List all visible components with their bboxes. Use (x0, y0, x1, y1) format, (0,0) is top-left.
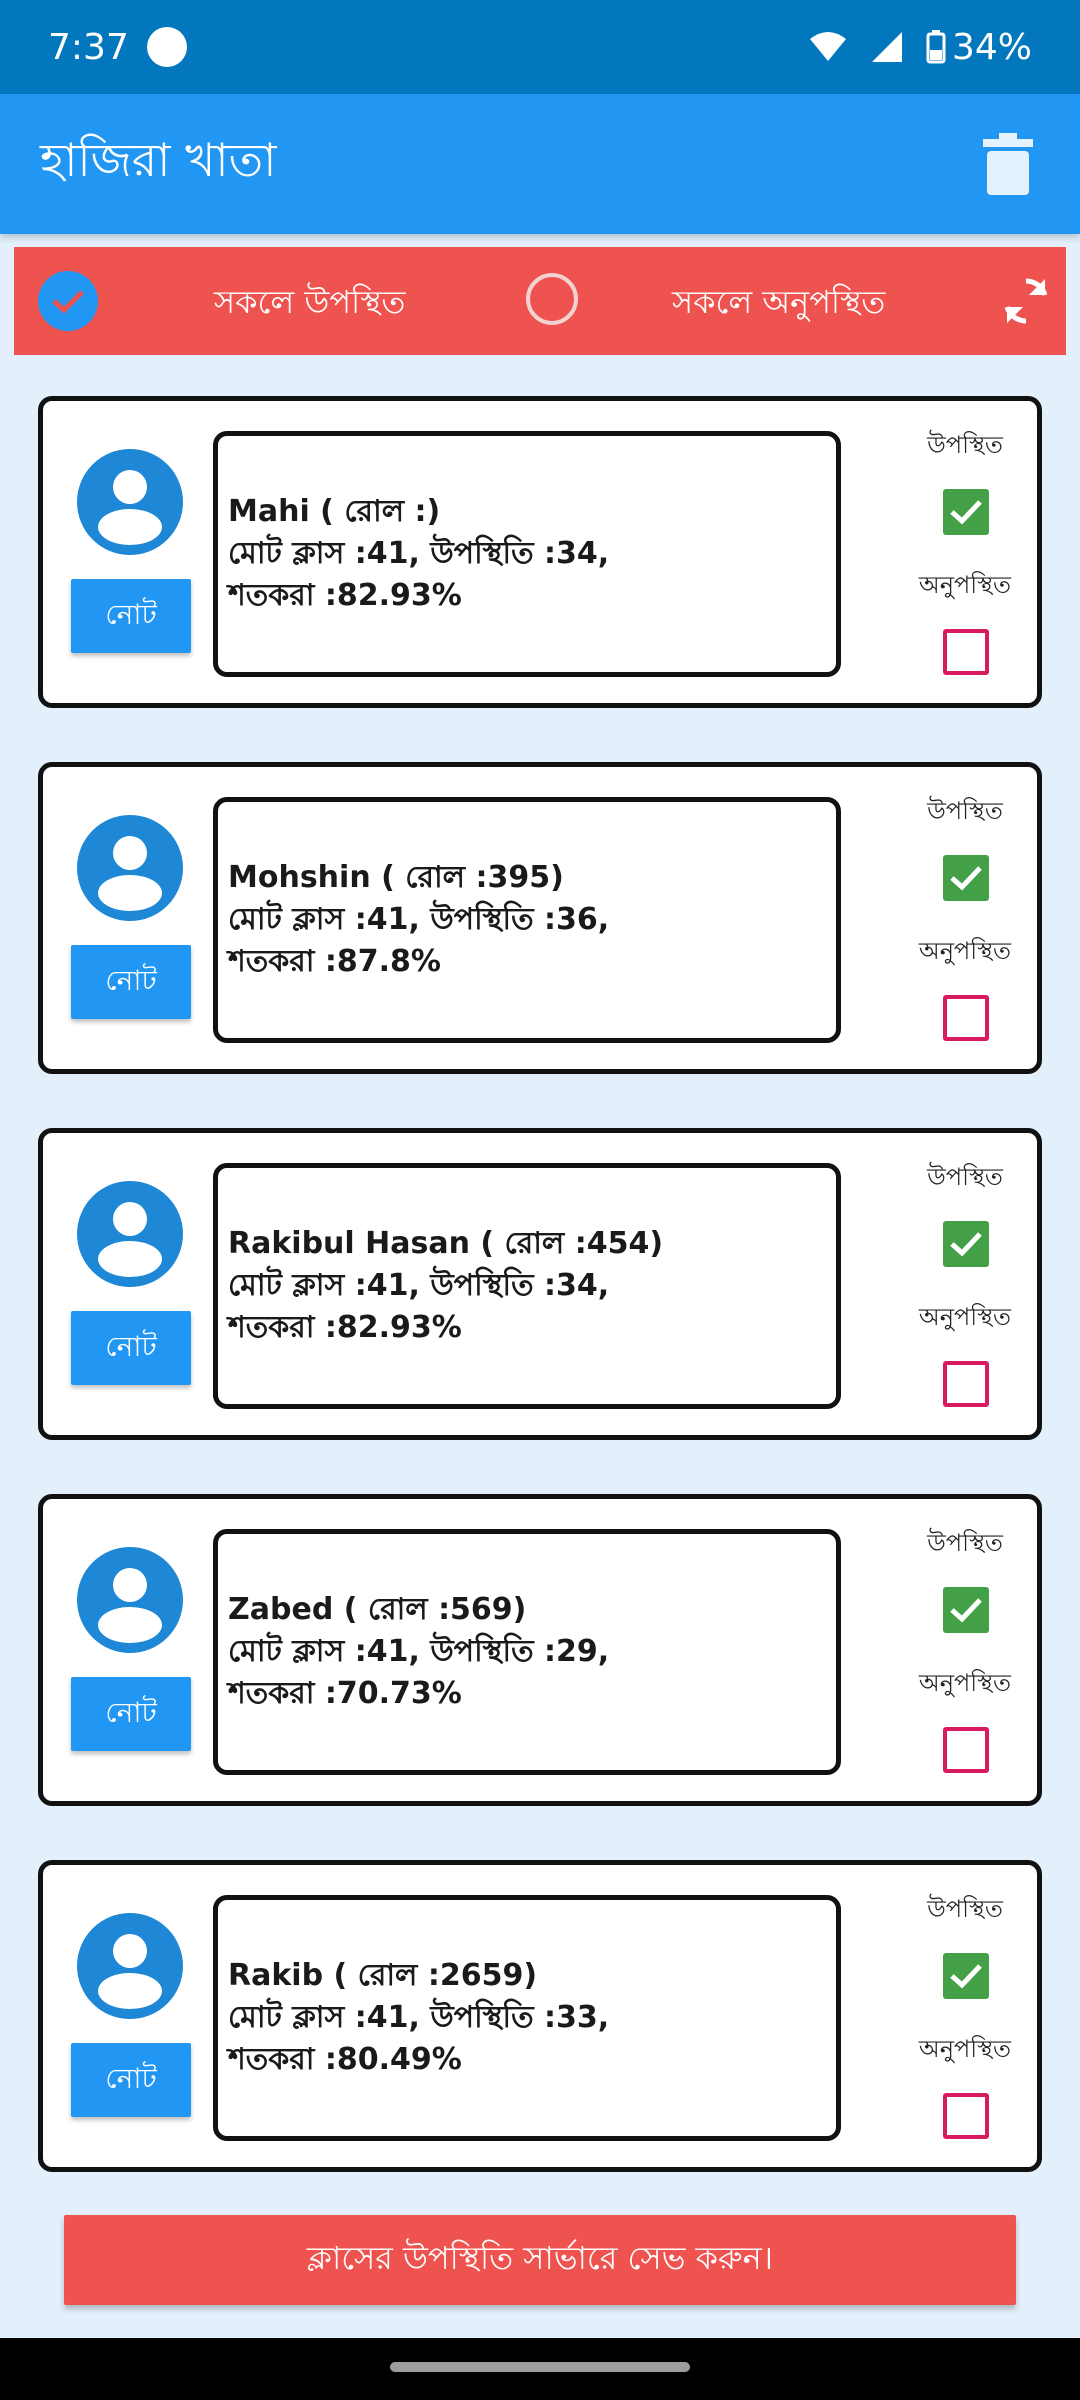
status-left: 7:37 (48, 27, 187, 68)
student-classes: মোট ক্লাস :41, উপস্থিতি :33, (228, 2000, 610, 2035)
present-checkbox[interactable] (943, 855, 989, 901)
absent-checkbox[interactable] (943, 1727, 989, 1773)
avatar (77, 815, 183, 921)
absent-label: অনুপস্থিত (918, 937, 1012, 965)
student-name: Mahi ( রোল :) (228, 494, 441, 529)
present-checkbox[interactable] (943, 1953, 989, 1999)
student-classes: মোট ক্লাস :41, উপস্থিতি :36, (228, 902, 610, 937)
all-absent-radio[interactable] (526, 273, 578, 325)
student-classes: মোট ক্লাস :41, উপস্থিতি :34, (228, 1268, 610, 1303)
present-label: উপস্থিত (927, 797, 1003, 825)
present-label: উপস্থিত (927, 1895, 1003, 1923)
all-absent-label[interactable]: সকলে অনুপস্থিত (672, 277, 885, 331)
student-info: Rakib ( রোল :2659) মোট ক্লাস :41, উপস্থি… (213, 1895, 841, 2141)
status-right: 34% (808, 27, 1032, 68)
check-icon (950, 1964, 982, 1989)
trash-icon (983, 133, 1033, 195)
student-card: নোট Zabed ( রোল :569) মোট ক্লাস :41, উপস… (38, 1494, 1042, 1806)
student-classes: মোট ক্লাস :41, উপস্থিতি :34, (228, 536, 610, 571)
student-card: নোট Rakib ( রোল :2659) মোট ক্লাস :41, উপ… (38, 1860, 1042, 2172)
student-card: নোট Rakibul Hasan ( রোল :454) মোট ক্লাস … (38, 1128, 1042, 1440)
person-icon (98, 1934, 162, 2009)
absent-label: অনুপস্থিত (918, 1303, 1012, 1331)
note-button[interactable]: নোট (71, 1677, 191, 1751)
student-info: Zabed ( রোল :569) মোট ক্লাস :41, উপস্থিত… (213, 1529, 841, 1775)
student-info: Mahi ( রোল :) মোট ক্লাস :41, উপস্থিতি :3… (213, 431, 841, 677)
absent-label: অনুপস্থিত (918, 571, 1012, 599)
app-notification-icon (146, 27, 187, 67)
student-percent: শতকরা :80.49% (228, 2042, 462, 2077)
note-button[interactable]: নোট (71, 945, 191, 1019)
page-title: হাজিরা খাতা (40, 133, 277, 187)
delete-button[interactable] (976, 128, 1040, 200)
student-percent: শতকরা :82.93% (228, 1310, 462, 1345)
person-icon (98, 1202, 162, 1277)
student-info: Mohshin ( রোল :395) মোট ক্লাস :41, উপস্থ… (213, 797, 841, 1043)
avatar (77, 1181, 183, 1287)
absent-checkbox[interactable] (943, 629, 989, 675)
app-bar: হাজিরা খাতা (0, 94, 1080, 234)
check-icon (950, 1232, 982, 1257)
battery-group: 34% (926, 27, 1032, 68)
present-label: উপস্থিত (927, 1163, 1003, 1191)
note-button[interactable]: নোট (71, 2043, 191, 2117)
absent-label: অনুপস্থিত (918, 1669, 1012, 1697)
avatar (77, 1913, 183, 2019)
save-attendance-button[interactable]: ক্লাসের উপস্থিতি সার্ভারে সেভ করুন। (64, 2215, 1016, 2305)
student-name: Mohshin ( রোল :395) (228, 860, 564, 895)
all-present-radio[interactable] (38, 271, 98, 331)
person-icon (98, 1568, 162, 1643)
check-icon (950, 500, 982, 525)
student-name: Zabed ( রোল :569) (228, 1592, 527, 1627)
student-card: নোট Mahi ( রোল :) মোট ক্লাস :41, উপস্থিত… (38, 396, 1042, 708)
absent-label: অনুপস্থিত (918, 2035, 1012, 2063)
check-icon (950, 866, 982, 891)
wifi-icon (809, 32, 846, 61)
note-button[interactable]: নোট (71, 1311, 191, 1385)
battery-icon (926, 30, 946, 64)
avatar (77, 449, 183, 555)
navigation-bar (0, 2338, 1080, 2400)
all-present-label[interactable]: সকলে উপস্থিত (214, 277, 405, 331)
status-time: 7:37 (48, 26, 129, 68)
check-icon (950, 1598, 982, 1623)
avatar (77, 1547, 183, 1653)
student-name: Rakib ( রোল :2659) (228, 1958, 538, 1993)
present-checkbox[interactable] (943, 1587, 989, 1633)
person-icon (98, 836, 162, 911)
home-gesture-handle[interactable] (390, 2362, 690, 2372)
absent-checkbox[interactable] (943, 995, 989, 1041)
absent-checkbox[interactable] (943, 2093, 989, 2139)
absent-checkbox[interactable] (943, 1361, 989, 1407)
status-bar: 7:37 34% (0, 0, 1080, 94)
student-classes: মোট ক্লাস :41, উপস্থিতি :29, (228, 1634, 610, 1669)
check-icon (52, 290, 84, 314)
student-percent: শতকরা :70.73% (228, 1676, 462, 1711)
present-label: উপস্থিত (927, 431, 1003, 459)
student-percent: শতকরা :87.8% (228, 944, 441, 979)
refresh-icon[interactable] (998, 273, 1054, 329)
present-label: উপস্থিত (927, 1529, 1003, 1557)
present-checkbox[interactable] (943, 489, 989, 535)
person-icon (98, 470, 162, 545)
present-checkbox[interactable] (943, 1221, 989, 1267)
bulk-attendance-bar: সকলে উপস্থিত সকলে অনুপস্থিত (14, 247, 1066, 355)
student-info: Rakibul Hasan ( রোল :454) মোট ক্লাস :41,… (213, 1163, 841, 1409)
signal-icon (871, 32, 902, 62)
student-percent: শতকরা :82.93% (228, 578, 462, 613)
student-card: নোট Mohshin ( রোল :395) মোট ক্লাস :41, উ… (38, 762, 1042, 1074)
student-name: Rakibul Hasan ( রোল :454) (228, 1226, 664, 1261)
battery-percent: 34% (951, 26, 1032, 68)
note-button[interactable]: নোট (71, 579, 191, 653)
